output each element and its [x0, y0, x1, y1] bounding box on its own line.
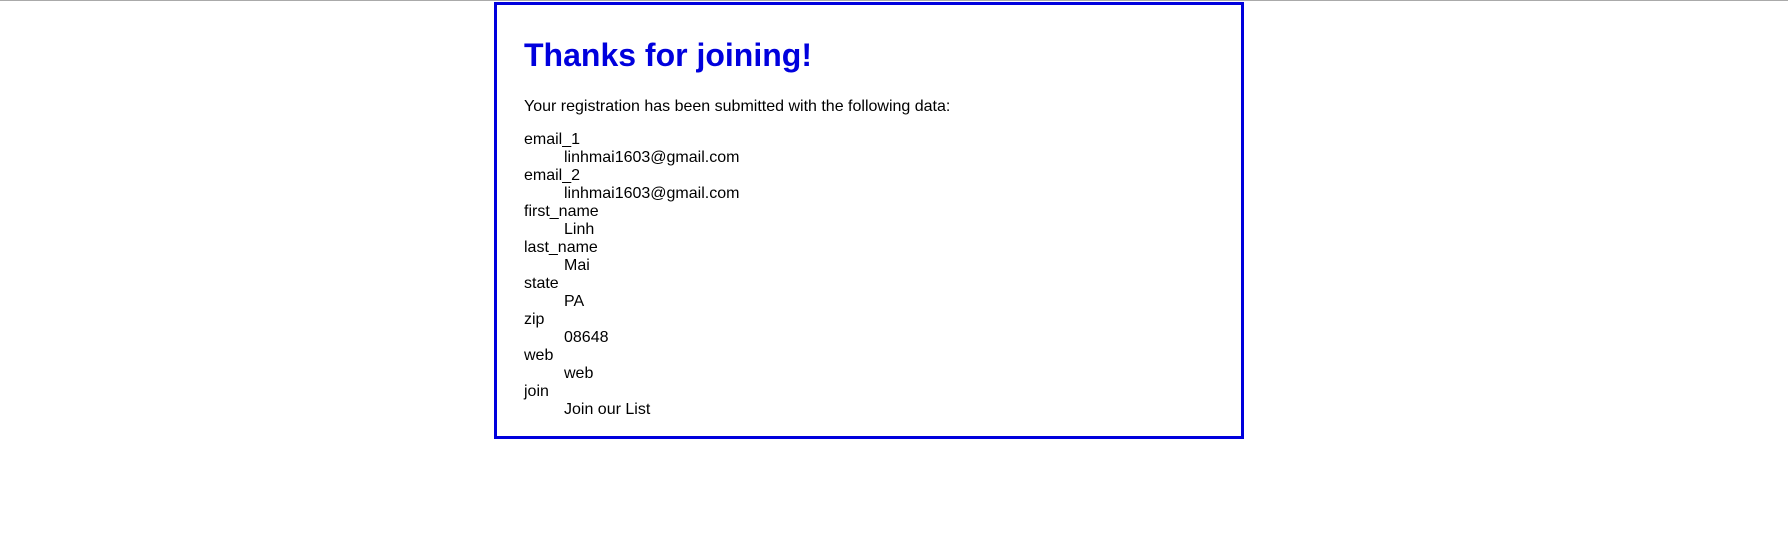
submitted-data-list: email_1 linhmai1603@gmail.com email_2 li… [524, 131, 1214, 419]
field-value-first-name: Linh [564, 221, 595, 238]
field-value-state: PA [564, 293, 585, 310]
field-name-join: join [524, 383, 549, 400]
field-name-web: web [524, 347, 554, 364]
field-name-email-2: email_2 [524, 167, 581, 184]
field-value-join: Join our List [564, 401, 651, 418]
field-name-email-1: email_1 [524, 131, 581, 148]
field-name-zip: zip [524, 311, 545, 328]
page-title: Thanks for joining! [524, 37, 812, 73]
field-value-email-2: linhmai1603@gmail.com [564, 185, 740, 202]
field-value-zip: 08648 [564, 329, 609, 346]
field-value-web: web [564, 365, 594, 382]
field-name-last-name: last_name [524, 239, 598, 256]
intro-text: Your registration has been submitted wit… [524, 98, 951, 115]
confirmation-card: Thanks for joining! Your registration ha… [494, 2, 1244, 439]
field-value-last-name: Mai [564, 257, 590, 274]
field-value-email-1: linhmai1603@gmail.com [564, 149, 740, 166]
field-name-first-name: first_name [524, 203, 599, 220]
field-name-state: state [524, 275, 559, 292]
top-divider [0, 0, 1788, 1]
